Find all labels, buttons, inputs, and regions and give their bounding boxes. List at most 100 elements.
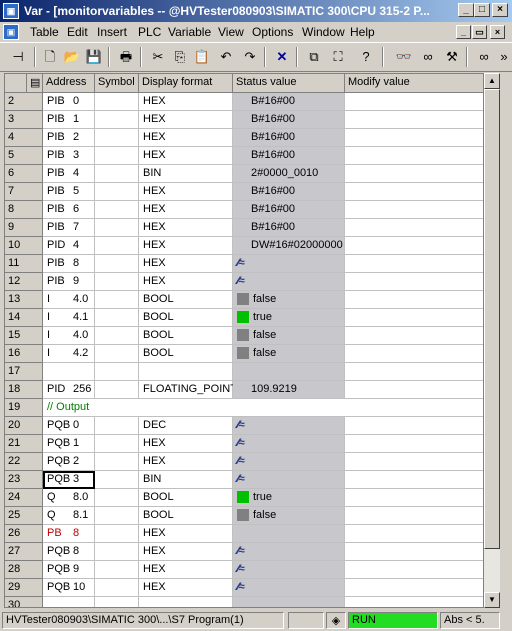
menu-edit[interactable]: Edit [67, 25, 88, 39]
table-row[interactable]: 21 PQB 1 HEX ⁄⁄≈ [5, 435, 483, 453]
display-format-cell[interactable]: HEX [139, 183, 233, 201]
modify-value-cell[interactable] [345, 579, 483, 597]
address-cell[interactable]: PQB 3 [43, 471, 95, 489]
display-format-cell[interactable]: BIN [139, 471, 233, 489]
modify-value-cell[interactable] [345, 489, 483, 507]
table-row[interactable]: 12 PIB 9 HEX ⁄⁄≈ [5, 273, 483, 291]
display-format-cell[interactable]: HEX [139, 435, 233, 453]
row-number[interactable]: 28 [5, 561, 43, 579]
display-format-cell[interactable]: BOOL [139, 309, 233, 327]
display-format-cell[interactable]: HEX [139, 219, 233, 237]
display-format-cell[interactable]: HEX [139, 93, 233, 111]
table-row[interactable]: 25 Q 8.1 BOOL false [5, 507, 483, 525]
table-row[interactable]: 19// Output [5, 399, 483, 417]
row-number[interactable]: 29 [5, 579, 43, 597]
menu-view[interactable]: View [218, 25, 244, 39]
table-row[interactable]: 10 PID 4 HEX DW#16#02000000 [5, 237, 483, 255]
row-number[interactable]: 13 [5, 291, 43, 309]
scroll-thumb[interactable] [484, 89, 500, 549]
symbol-cell[interactable] [95, 93, 139, 111]
table-row[interactable]: 18 PID 256 FLOATING_POINT 109.9219 [5, 381, 483, 399]
address-cell[interactable] [43, 597, 95, 607]
table-row[interactable]: 28 PQB 9 HEX ⁄⁄≈ [5, 561, 483, 579]
address-cell[interactable] [43, 363, 95, 381]
row-number[interactable]: 20 [5, 417, 43, 435]
menu-options[interactable]: Options [252, 25, 293, 39]
row-number[interactable]: 26 [5, 525, 43, 543]
symbol-cell[interactable] [95, 345, 139, 363]
more-tools-icon[interactable]: » [494, 47, 512, 67]
symbol-cell[interactable] [95, 507, 139, 525]
modify-value-cell[interactable] [345, 183, 483, 201]
undo-icon[interactable]: ↶ [216, 47, 236, 67]
maximize-button[interactable]: □ [474, 3, 490, 17]
copy-icon[interactable]: ⎘ [170, 47, 190, 67]
symbol-cell[interactable] [95, 273, 139, 291]
display-format-cell[interactable]: HEX [139, 561, 233, 579]
address-cell[interactable]: PIB 1 [43, 111, 95, 129]
display-format-cell[interactable]: BOOL [139, 291, 233, 309]
modify-value-cell[interactable] [345, 201, 483, 219]
row-number[interactable]: 24 [5, 489, 43, 507]
modify-value-cell[interactable] [345, 291, 483, 309]
trigger-icon[interactable]: ∞ [474, 47, 494, 67]
accessible-nodes-icon[interactable]: ⛶ [328, 47, 348, 67]
table-row[interactable]: 24 Q 8.0 BOOL true [5, 489, 483, 507]
symbol-cell[interactable] [95, 579, 139, 597]
modify-value-cell[interactable] [345, 435, 483, 453]
comment-cell[interactable]: // Output [43, 399, 483, 417]
symbol-cell[interactable] [95, 453, 139, 471]
row-number[interactable]: 4 [5, 129, 43, 147]
modify-value-cell[interactable] [345, 93, 483, 111]
table-row[interactable]: 29 PQB 10 HEX ⁄⁄≈ [5, 579, 483, 597]
display-format-cell[interactable] [139, 363, 233, 381]
address-cell[interactable]: PIB 9 [43, 273, 95, 291]
pin-icon[interactable]: ⊣ [8, 47, 28, 67]
row-number[interactable]: 7 [5, 183, 43, 201]
row-number[interactable]: 25 [5, 507, 43, 525]
display-format-cell[interactable]: DEC [139, 417, 233, 435]
modify-value-cell[interactable] [345, 543, 483, 561]
column-display-format[interactable]: Display format [139, 74, 233, 93]
address-cell[interactable]: PID 4 [43, 237, 95, 255]
address-cell[interactable]: Q 8.0 [43, 489, 95, 507]
address-cell[interactable]: PIB 0 [43, 93, 95, 111]
table-row[interactable]: 15 I 4.0 BOOL false [5, 327, 483, 345]
document-menu-icon[interactable]: ▣ [3, 24, 19, 40]
table-row[interactable]: 5 PIB 3 HEX B#16#00 [5, 147, 483, 165]
display-format-cell[interactable]: HEX [139, 525, 233, 543]
table-row[interactable]: 6 PIB 4 BIN 2#0000_0010 [5, 165, 483, 183]
row-number[interactable]: 6 [5, 165, 43, 183]
menu-table[interactable]: Table [30, 25, 59, 39]
symbol-cell[interactable] [95, 255, 139, 273]
display-format-cell[interactable]: BOOL [139, 345, 233, 363]
display-format-cell[interactable]: BOOL [139, 489, 233, 507]
address-cell[interactable]: PQB 1 [43, 435, 95, 453]
table-row[interactable]: 30 [5, 597, 483, 607]
modify-value-cell[interactable] [345, 417, 483, 435]
table-row[interactable]: 11 PIB 8 HEX ⁄⁄≈ [5, 255, 483, 273]
symbol-cell[interactable] [95, 237, 139, 255]
row-number[interactable]: 8 [5, 201, 43, 219]
menu-help[interactable]: Help [350, 25, 375, 39]
symbol-cell[interactable] [95, 147, 139, 165]
symbol-cell[interactable] [95, 165, 139, 183]
display-format-cell[interactable]: BIN [139, 165, 233, 183]
close-button[interactable]: × [492, 3, 508, 17]
display-format-cell[interactable]: HEX [139, 453, 233, 471]
address-cell[interactable]: PQB 9 [43, 561, 95, 579]
table-row[interactable]: 9 PIB 7 HEX B#16#00 [5, 219, 483, 237]
symbol-cell[interactable] [95, 183, 139, 201]
modify-value-cell[interactable] [345, 111, 483, 129]
menu-insert[interactable]: Insert [97, 25, 127, 39]
modify-value-cell[interactable] [345, 363, 483, 381]
scroll-up-button[interactable]: ▲ [484, 73, 500, 89]
doc-close-button[interactable]: × [490, 25, 505, 39]
symbol-cell[interactable] [95, 525, 139, 543]
address-cell[interactable]: PQB 2 [43, 453, 95, 471]
menu-variable[interactable]: Variable [168, 25, 211, 39]
address-cell[interactable]: I 4.0 [43, 327, 95, 345]
display-format-cell[interactable]: HEX [139, 111, 233, 129]
column-symbol[interactable]: Symbol [95, 74, 139, 93]
monitor-icon[interactable]: 👓 [394, 47, 414, 67]
